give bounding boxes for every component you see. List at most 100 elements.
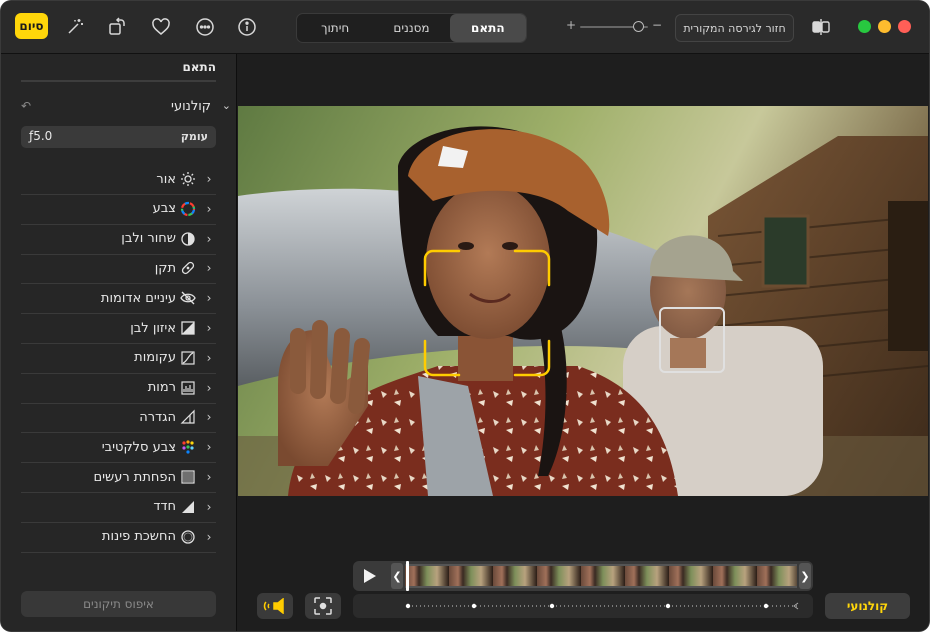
undo-icon[interactable]: ↶: [21, 99, 31, 113]
white-balance-icon: [180, 320, 196, 336]
adjustment-label: רמות: [147, 380, 176, 396]
adjustment-label: הגדרה: [139, 409, 176, 425]
chevron-right-icon[interactable]: ›: [202, 232, 216, 246]
adjustment-row[interactable]: › חדד: [21, 492, 216, 523]
playhead[interactable]: [406, 561, 409, 591]
adjustment-label: שחור ולבן: [121, 231, 176, 247]
definition-icon: [180, 409, 196, 425]
adjustment-row[interactable]: › שחור ולבן: [21, 224, 216, 255]
sidebar-title: התאם: [182, 60, 216, 74]
edit-mode-tabs: חיתוך מסננים התאם: [296, 13, 527, 43]
sidebar-divider: [21, 80, 216, 82]
color-circle-icon: [180, 201, 196, 217]
adjust-sidebar: התאם ⌄ קולנועי ↶ עומק ƒ5.0 › אור › צבע › שחור…: [1, 54, 237, 631]
photos-edit-window: סיום חיתוך מסננים התאם + − חזור לגירסה ה…: [1, 1, 929, 631]
adjustment-row[interactable]: › תקן: [21, 253, 216, 285]
sun-icon: [180, 171, 196, 187]
adjustment-label: עקומות: [134, 350, 176, 366]
video-timeline[interactable]: ❮ ❯: [353, 561, 813, 591]
reset-adjustments-button[interactable]: איפוס תיקונים: [21, 591, 216, 617]
chevron-right-icon[interactable]: ›: [202, 351, 216, 365]
focus-points: [405, 602, 799, 610]
zoom-window-button[interactable]: [858, 20, 871, 33]
minimize-window-button[interactable]: [878, 20, 891, 33]
chevron-right-icon[interactable]: ›: [202, 440, 216, 454]
curves-icon: [180, 350, 196, 366]
split-view-icon[interactable]: [807, 13, 835, 41]
sharpen-icon: [180, 499, 196, 515]
adjustment-label: חדד: [153, 499, 176, 515]
trim-handle-start[interactable]: ❮: [391, 563, 403, 589]
play-button[interactable]: [353, 561, 387, 591]
chevron-right-icon[interactable]: ›: [202, 321, 216, 335]
adjustment-label: אור: [156, 171, 176, 187]
adjustment-row[interactable]: › הגדרה: [21, 402, 216, 434]
selective-color-icon: [180, 439, 196, 455]
photo-canvas: ❮ ❯ קולנועי: [237, 54, 929, 631]
adjustment-row[interactable]: › צבע סלקטיבי: [21, 432, 216, 464]
heart-icon[interactable]: [147, 13, 175, 41]
toolbar: סיום חיתוך מסננים התאם + − חזור לגירסה ה…: [1, 1, 929, 54]
close-window-button[interactable]: [898, 20, 911, 33]
adjustment-row[interactable]: › הפחתת רעשים: [21, 462, 216, 493]
chevron-right-icon[interactable]: ›: [202, 530, 216, 544]
zoom-knob[interactable]: [633, 21, 645, 32]
adjustment-row[interactable]: › עקומות: [21, 343, 216, 374]
eye-icon: [180, 290, 196, 306]
chevron-right-icon[interactable]: ›: [202, 500, 216, 514]
zoom-plus-label: +: [566, 18, 577, 32]
adjustment-label: תקן: [154, 260, 176, 276]
levels-icon: [180, 380, 196, 396]
focus-lock-button[interactable]: [305, 593, 341, 619]
chevron-right-icon[interactable]: ›: [202, 172, 216, 186]
adjustment-label: החשכת פינות: [101, 529, 176, 545]
primary-focus-frame[interactable]: [423, 249, 551, 377]
depth-label: עומק: [180, 130, 208, 143]
bandage-icon: [180, 260, 196, 276]
magic-wand-icon[interactable]: [61, 13, 89, 41]
depth-value: ƒ5.0: [29, 129, 53, 143]
rotate-icon[interactable]: [103, 13, 131, 41]
cinematic-toggle-button[interactable]: קולנועי: [825, 593, 910, 619]
cinematic-section-header[interactable]: ⌄ קולנועי ↶: [21, 99, 231, 117]
zoom-slider[interactable]: + −: [566, 18, 662, 35]
chevron-right-icon[interactable]: ›: [202, 410, 216, 424]
tab-filters[interactable]: מסננים: [373, 14, 449, 42]
chevron-right-icon[interactable]: ›: [202, 291, 216, 305]
done-button[interactable]: סיום: [15, 13, 48, 39]
adjustment-label: הפחתת רעשים: [93, 469, 176, 485]
chevron-right-icon[interactable]: ›: [202, 470, 216, 484]
adjustment-row[interactable]: › צבע: [21, 194, 216, 225]
revert-to-original-button[interactable]: חזור לגירסה המקורית: [675, 14, 794, 42]
vignette-icon: [180, 529, 196, 545]
adjustment-label: איזון לבן: [130, 320, 176, 336]
chevron-right-icon[interactable]: ›: [202, 202, 216, 216]
photo-preview[interactable]: [238, 106, 928, 496]
tab-adjust[interactable]: התאם: [449, 14, 526, 42]
adjustment-row[interactable]: › איזון לבן: [21, 313, 216, 344]
adjustment-label: צבע סלקטיבי: [101, 439, 176, 455]
half-circle-icon: [180, 231, 196, 247]
adjustment-row[interactable]: › אור: [21, 164, 216, 195]
adjustment-label: עיניים אדומות: [100, 290, 176, 306]
depth-field[interactable]: עומק ƒ5.0: [21, 126, 216, 148]
tab-crop[interactable]: חיתוך: [297, 14, 373, 42]
secondary-focus-frame[interactable]: [659, 307, 725, 373]
play-icon: [364, 569, 376, 583]
chevron-down-icon[interactable]: ⌄: [222, 99, 231, 112]
focus-points-track[interactable]: [353, 594, 813, 618]
filmstrip[interactable]: [405, 564, 797, 588]
photo-image: [238, 106, 928, 496]
chevron-right-icon[interactable]: ›: [202, 261, 216, 275]
info-icon[interactable]: [233, 13, 261, 41]
adjustment-row[interactable]: › עיניים אדומות: [21, 283, 216, 315]
trim-handle-end[interactable]: ❯: [799, 563, 811, 589]
focus-square-icon: [314, 597, 332, 615]
cinematic-label: קולנועי: [171, 99, 211, 114]
more-icon[interactable]: [191, 13, 219, 41]
chevron-right-icon[interactable]: ›: [202, 381, 216, 395]
adjustment-row[interactable]: › רמות: [21, 373, 216, 404]
adjustment-row[interactable]: › החשכת פינות: [21, 522, 216, 553]
audio-mix-button[interactable]: [257, 593, 293, 619]
adjustment-label: צבע: [152, 201, 176, 217]
